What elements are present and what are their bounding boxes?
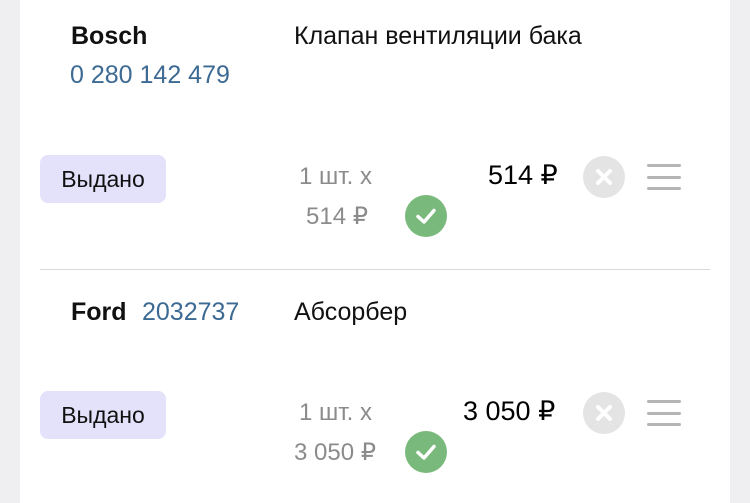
item-brand: Ford	[71, 298, 127, 326]
status-badge: Выдано	[40, 155, 166, 203]
item-part-number-link[interactable]: 0 280 142 479	[70, 61, 230, 90]
order-item: Bosch 0 280 142 479 Клапан вентиляции ба…	[20, 0, 730, 269]
remove-button[interactable]	[583, 392, 625, 434]
item-menu-button[interactable]	[647, 164, 681, 190]
item-unit-price: 3 050 ₽	[294, 439, 376, 466]
status-badge: Выдано	[40, 391, 166, 439]
item-brand: Bosch	[71, 22, 148, 50]
item-name: Клапан вентиляции бака	[294, 22, 582, 50]
item-quantity: 1 шт. х	[299, 163, 372, 190]
item-menu-button[interactable]	[647, 400, 681, 426]
check-icon	[416, 208, 436, 224]
hamburger-icon	[647, 400, 681, 403]
order-items-panel: Bosch 0 280 142 479 Клапан вентиляции ба…	[20, 0, 730, 503]
confirm-button[interactable]	[405, 195, 447, 237]
confirm-button[interactable]	[405, 431, 447, 473]
item-name: Абсорбер	[294, 298, 408, 326]
item-total: 3 050 ₽	[463, 396, 556, 426]
item-part-number-link[interactable]: 2032737	[142, 298, 239, 327]
remove-button[interactable]	[583, 156, 625, 198]
order-item: Ford 2032737 Абсорбер Выдано 1 шт. х 3 0…	[20, 270, 730, 503]
item-unit-price: 514 ₽	[306, 203, 368, 230]
close-icon	[596, 405, 612, 421]
check-icon	[416, 444, 436, 460]
close-icon	[596, 169, 612, 185]
item-total: 514 ₽	[488, 160, 558, 190]
item-quantity: 1 шт. х	[299, 399, 372, 426]
hamburger-icon	[647, 164, 681, 167]
